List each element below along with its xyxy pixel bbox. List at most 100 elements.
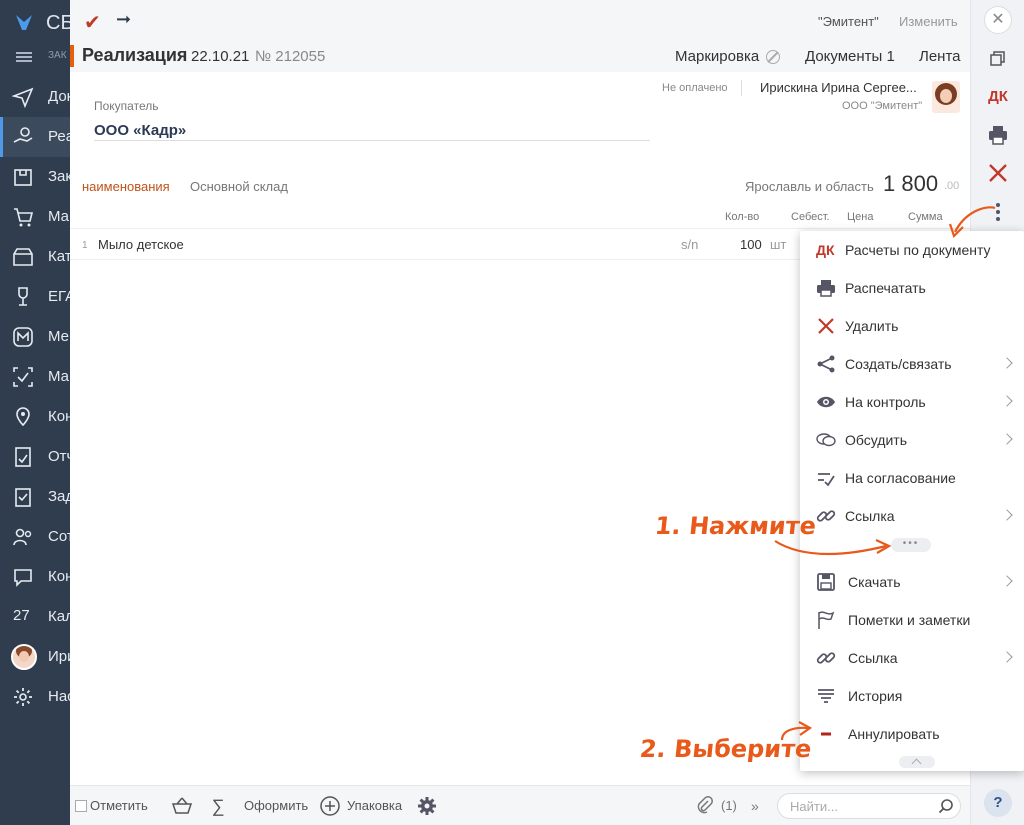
- menu-item-create-link[interactable]: Создать/связать: [800, 345, 1024, 383]
- basket-icon[interactable]: [171, 795, 193, 817]
- menu-item-delete[interactable]: Удалить: [800, 307, 1024, 345]
- document-number[interactable]: № 212055: [255, 48, 325, 65]
- change-org-link[interactable]: Изменить: [899, 14, 958, 29]
- column-header-price: Цена: [847, 211, 874, 223]
- divider: [741, 80, 742, 96]
- menu-more-button[interactable]: •••: [891, 538, 931, 552]
- feed-link[interactable]: Лента: [919, 48, 961, 65]
- dk-icon[interactable]: ДК: [985, 84, 1011, 110]
- tab-items[interactable]: наименования: [82, 179, 170, 194]
- issue-button[interactable]: Оформить: [244, 798, 308, 813]
- sidebar-item-label: Реализация: [48, 128, 70, 145]
- menu-item-link[interactable]: Ссылка: [800, 639, 1024, 677]
- sidebar-item-settings[interactable]: Настройки: [0, 677, 70, 717]
- menu-collapse-button[interactable]: [899, 756, 935, 768]
- more-vertical-icon[interactable]: [985, 200, 1011, 226]
- region-select[interactable]: Ярославль и область: [745, 179, 874, 194]
- title-accent: [70, 45, 74, 67]
- row-serial[interactable]: s/n: [681, 237, 698, 252]
- menu-item-discuss[interactable]: Обсудить: [800, 421, 1024, 459]
- logo-icon: [16, 15, 32, 30]
- sidebar-item-employees[interactable]: Сотрудники: [0, 517, 70, 557]
- sidebar-item-label: ЕГАИС: [48, 288, 70, 305]
- annotation-step1: 1. Нажмите: [653, 512, 818, 540]
- sidebar-item-tasks[interactable]: Задачи: [0, 477, 70, 517]
- search-input[interactable]: [777, 793, 961, 819]
- sidebar-item-catalog[interactable]: Каталог: [0, 237, 70, 277]
- sidebar-item-profile[interactable]: Ирина: [0, 637, 70, 677]
- documents-link[interactable]: Документы 1: [805, 48, 895, 65]
- payment-status[interactable]: Не оплачено: [662, 82, 728, 94]
- menu-item-link[interactable]: Ссылка: [800, 497, 1024, 535]
- approve-icon: [818, 473, 835, 487]
- menu-item-annul[interactable]: Аннулировать: [800, 715, 1024, 753]
- sidebar-item-label: Контакты: [48, 568, 70, 585]
- copy-window-icon[interactable]: [985, 46, 1011, 72]
- gear-icon[interactable]: [416, 795, 438, 817]
- menu-item-label: Удалить: [845, 318, 899, 334]
- menu-item-watch[interactable]: На контроль: [800, 383, 1024, 421]
- forward-arrow-icon[interactable]: ➞: [116, 9, 136, 29]
- disabled-icon: [766, 50, 780, 64]
- mark-label[interactable]: Отметить: [90, 798, 148, 813]
- marking-link[interactable]: Маркировка: [675, 48, 759, 65]
- sigma-icon[interactable]: ∑: [207, 795, 229, 817]
- sidebar-item-calendar[interactable]: 27 Календарь: [0, 597, 70, 637]
- history-icon: [818, 689, 834, 703]
- search-icon[interactable]: [938, 798, 954, 814]
- plus-circle-icon[interactable]: [319, 795, 341, 817]
- double-chevron-icon[interactable]: »: [751, 798, 759, 814]
- sidebar-item-sales[interactable]: Реализация: [0, 117, 70, 157]
- save-check-icon[interactable]: ✔: [84, 10, 104, 34]
- sidebar-item-marking[interactable]: Маркировка: [0, 357, 70, 397]
- sidebar-item-mercury[interactable]: Меркурий: [0, 317, 70, 357]
- sidebar-item-documents[interactable]: Документы: [0, 77, 70, 117]
- column-header-sum: Сумма: [908, 211, 943, 223]
- printer-icon[interactable]: [985, 122, 1011, 148]
- total-amount: 1 800: [883, 171, 939, 196]
- menu-item-label: Аннулировать: [848, 726, 940, 742]
- menu-item-label: Создать/связать: [845, 356, 952, 372]
- menu-item-print[interactable]: Распечатать: [800, 269, 1024, 307]
- menu-item-payments[interactable]: ДК Расчеты по документу: [800, 231, 1024, 269]
- menu-item-download[interactable]: Скачать: [800, 563, 1024, 601]
- menu-item-label: Расчеты по документу: [845, 242, 991, 258]
- chevron-right-icon: [1001, 575, 1013, 587]
- menu-item-label: История: [848, 688, 903, 704]
- calendar-icon: 27: [13, 607, 30, 624]
- delete-x-icon[interactable]: [985, 160, 1011, 186]
- responsible-name[interactable]: Ирискина Ирина Сергее...: [760, 80, 917, 95]
- sidebar-item-egais[interactable]: ЕГАИС: [0, 277, 70, 317]
- annotation-step2: 2. Выберите: [638, 735, 813, 763]
- row-name[interactable]: Мыло детское: [98, 237, 184, 252]
- share-icon: [817, 355, 835, 373]
- menu-item-label: Пометки и заметки: [848, 612, 971, 628]
- app-logo[interactable]: СБ: [10, 10, 74, 34]
- sidebar-item-label: Календарь: [48, 608, 70, 625]
- sidebar-item-label: Закупки: [48, 168, 70, 185]
- sidebar-item-contractors[interactable]: Контрагенты: [0, 397, 70, 437]
- row-qty[interactable]: 100: [740, 237, 762, 252]
- sidebar-item-reports[interactable]: Отчеты: [0, 437, 70, 477]
- sidebar-item-purchases[interactable]: Закупки: [0, 157, 70, 197]
- sidebar-item-contacts[interactable]: Контакты: [0, 557, 70, 597]
- bottom-toolbar: Отметить ∑ Оформить Упаковка (1) »: [70, 785, 970, 825]
- menu-item-history[interactable]: История: [800, 677, 1024, 715]
- mark-checkbox[interactable]: [75, 800, 87, 812]
- menu-item-notes[interactable]: Пометки и заметки: [800, 601, 1024, 639]
- paperclip-icon[interactable]: [694, 795, 716, 817]
- document-date[interactable]: 22.10.21: [191, 48, 249, 65]
- sidebar-item-shop[interactable]: Магазин: [0, 197, 70, 237]
- packing-button[interactable]: Упаковка: [347, 798, 402, 813]
- app-sidebar: СБ ЗАК Документы Реализация Закупки Мага…: [0, 0, 74, 825]
- help-button[interactable]: ?: [984, 789, 1012, 817]
- menu-toggle[interactable]: ЗАК: [14, 50, 70, 64]
- close-icon[interactable]: ✕: [984, 6, 1012, 34]
- attachments-count[interactable]: (1): [721, 798, 737, 813]
- warehouse-select[interactable]: Основной склад: [190, 179, 288, 194]
- org-link[interactable]: "Эмитент": [818, 14, 879, 29]
- buyer-field[interactable]: ООО «Кадр»: [94, 122, 186, 139]
- column-header-cost: Себест.: [791, 211, 830, 223]
- menu-item-approval[interactable]: На согласование: [800, 459, 1024, 497]
- responsible-avatar[interactable]: [932, 81, 960, 113]
